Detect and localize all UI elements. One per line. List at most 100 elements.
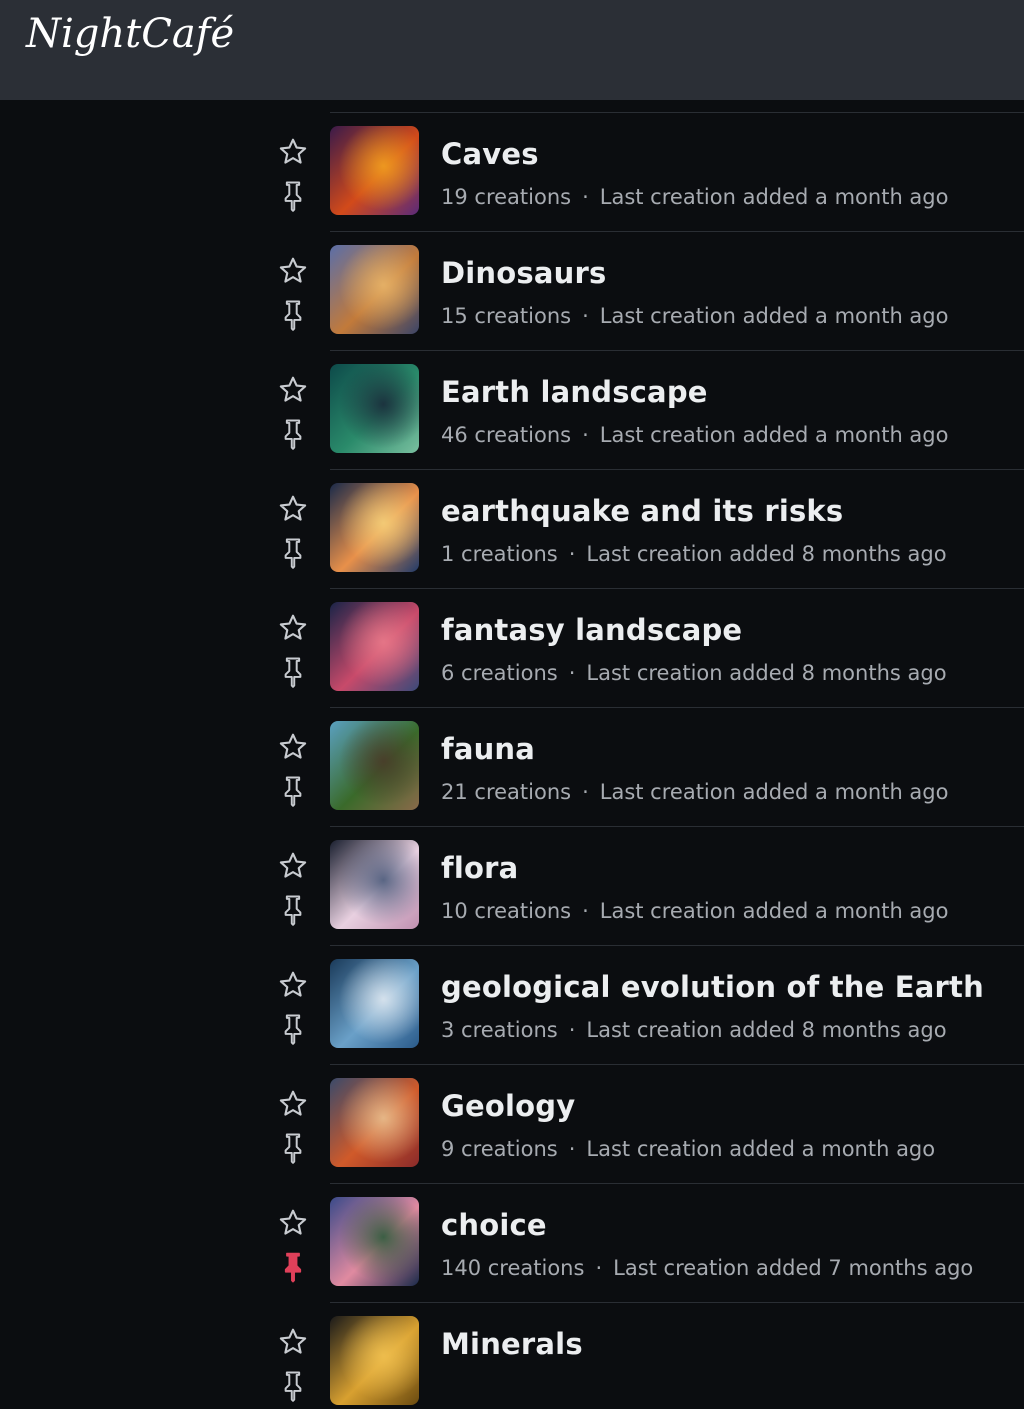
last-added-text: Last creation added a month ago: [599, 185, 949, 209]
pin-icon[interactable]: [280, 1370, 306, 1402]
collection-thumbnail[interactable]: [330, 959, 419, 1048]
row-divider: [330, 945, 1024, 946]
collection-title[interactable]: fantasy landscape: [441, 613, 742, 647]
meta-separator: ·: [582, 423, 589, 447]
collection-title[interactable]: flora: [441, 851, 518, 885]
creation-count: 140 creations: [441, 1256, 585, 1280]
row-divider: [330, 588, 1024, 589]
collection-meta: 46 creations · Last creation added a month…: [441, 423, 948, 447]
favorite-star-icon[interactable]: [277, 969, 309, 1001]
last-added-text: Last creation added 8 months ago: [586, 661, 947, 685]
favorite-star-icon[interactable]: [277, 1326, 309, 1358]
collection-title[interactable]: Caves: [441, 137, 539, 171]
creation-count: 21 creations: [441, 780, 572, 804]
collection-meta: 19 creations · Last creation added a month…: [441, 185, 948, 209]
creation-count: 6 creations: [441, 661, 558, 685]
collection-meta: 21 creations · Last creation added a month…: [441, 780, 948, 804]
favorite-star-icon[interactable]: [277, 1207, 309, 1239]
meta-separator: ·: [595, 1256, 603, 1280]
creation-count: 1 creations: [441, 542, 558, 566]
favorite-star-icon[interactable]: [277, 136, 309, 168]
row-divider: [330, 469, 1024, 470]
collection-title[interactable]: geological evolution of the Earth: [441, 970, 984, 1004]
collection-thumbnail[interactable]: [330, 1197, 419, 1286]
collection-row[interactable]: fauna 21 creations · Last creation added a…: [0, 695, 1024, 814]
row-divider: [330, 1064, 1024, 1065]
last-added-text: Last creation added a month ago: [599, 304, 949, 328]
collection-meta: 10 creations · Last creation added a month…: [441, 899, 948, 923]
row-divider: [330, 231, 1024, 232]
collection-row[interactable]: Minerals: [0, 1290, 1024, 1409]
pin-icon[interactable]: [280, 1132, 306, 1164]
collection-row[interactable]: Dinosaurs 15 creations · Last creation add…: [0, 219, 1024, 338]
row-divider: [330, 1183, 1024, 1184]
collection-title[interactable]: Geology: [441, 1089, 575, 1123]
pin-icon[interactable]: [280, 299, 306, 331]
pin-icon[interactable]: [280, 775, 306, 807]
favorite-star-icon[interactable]: [277, 1088, 309, 1120]
collection-title[interactable]: fauna: [441, 732, 535, 766]
creation-count: 15 creations: [441, 304, 572, 328]
collection-row[interactable]: earthquake and its risks 1 creations · Las…: [0, 457, 1024, 576]
creation-count: 19 creations: [441, 185, 572, 209]
collection-thumbnail[interactable]: [330, 840, 419, 929]
favorite-star-icon[interactable]: [277, 374, 309, 406]
collection-thumbnail[interactable]: [330, 1078, 419, 1167]
pin-icon[interactable]: [280, 656, 306, 688]
creation-count: 46 creations: [441, 423, 572, 447]
collection-thumbnail[interactable]: [330, 602, 419, 691]
collection-title[interactable]: choice: [441, 1208, 547, 1242]
meta-separator: ·: [582, 185, 589, 209]
nightcafe-logo[interactable]: NightCafé: [26, 14, 234, 54]
collection-row[interactable]: Geology 9 creations · Last creation added …: [0, 1052, 1024, 1171]
collection-thumbnail[interactable]: [330, 1316, 419, 1405]
row-divider: [330, 707, 1024, 708]
collection-title[interactable]: Dinosaurs: [441, 256, 606, 290]
top-bar: NightCafé: [0, 0, 1024, 100]
creation-count: 3 creations: [441, 1018, 558, 1042]
creation-count: 9 creations: [441, 1137, 558, 1161]
meta-separator: ·: [568, 1137, 576, 1161]
last-added-text: Last creation added 8 months ago: [586, 542, 947, 566]
collection-title[interactable]: Minerals: [441, 1327, 583, 1361]
pin-icon[interactable]: [280, 180, 306, 212]
collection-meta: 1 creations · Last creation added 8 months…: [441, 542, 947, 566]
favorite-star-icon[interactable]: [277, 255, 309, 287]
collection-row[interactable]: choice 140 creations · Last creation added…: [0, 1171, 1024, 1290]
favorite-star-icon[interactable]: [277, 493, 309, 525]
meta-separator: ·: [582, 304, 589, 328]
last-added-text: Last creation added a month ago: [599, 780, 949, 804]
collection-title[interactable]: Earth landscape: [441, 375, 708, 409]
collection-row[interactable]: Earth landscape 46 creations · Last creati…: [0, 338, 1024, 457]
collection-row[interactable]: flora 10 creations · Last creation added a…: [0, 814, 1024, 933]
pin-icon[interactable]: [280, 418, 306, 450]
collection-row[interactable]: Caves 19 creations · Last creation added a…: [0, 100, 1024, 219]
collection-row[interactable]: geological evolution of the Earth 3 crea…: [0, 933, 1024, 1052]
creation-count: 10 creations: [441, 899, 572, 923]
collection-thumbnail[interactable]: [330, 483, 419, 572]
row-divider: [330, 1302, 1024, 1303]
favorite-star-icon[interactable]: [277, 731, 309, 763]
collection-meta: 9 creations · Last creation added a month …: [441, 1137, 935, 1161]
pin-icon[interactable]: [280, 894, 306, 926]
collection-title[interactable]: earthquake and its risks: [441, 494, 843, 528]
meta-separator: ·: [568, 661, 576, 685]
last-added-text: Last creation added a month ago: [586, 1137, 936, 1161]
collection-thumbnail[interactable]: [330, 126, 419, 215]
favorite-star-icon[interactable]: [277, 850, 309, 882]
collection-thumbnail[interactable]: [330, 364, 419, 453]
row-divider: [330, 350, 1024, 351]
row-divider: [330, 826, 1024, 827]
pin-active-icon[interactable]: [280, 1251, 306, 1283]
pin-icon[interactable]: [280, 537, 306, 569]
collection-thumbnail[interactable]: [330, 245, 419, 334]
collection-meta: 6 creations · Last creation added 8 months…: [441, 661, 947, 685]
favorite-star-icon[interactable]: [277, 612, 309, 644]
collection-thumbnail[interactable]: [330, 721, 419, 810]
pin-icon[interactable]: [280, 1013, 306, 1045]
meta-separator: ·: [582, 780, 589, 804]
collection-meta: 15 creations · Last creation added a month…: [441, 304, 948, 328]
collection-row[interactable]: fantasy landscape 6 creations · Last creat…: [0, 576, 1024, 695]
meta-separator: ·: [568, 542, 576, 566]
collection-meta: 140 creations · Last creation added 7 mont…: [441, 1256, 973, 1280]
